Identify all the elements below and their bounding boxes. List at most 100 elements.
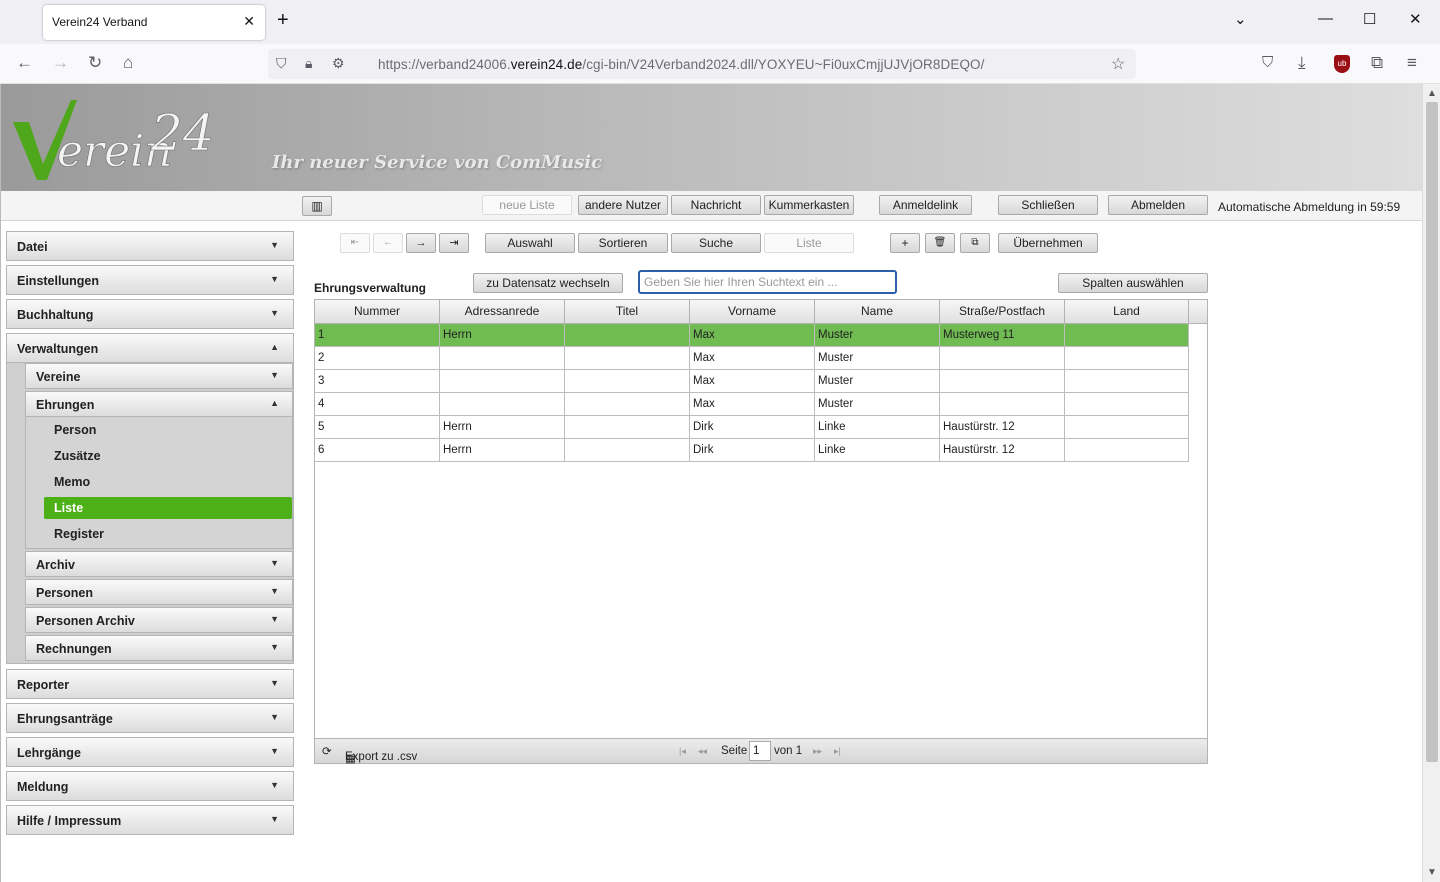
scroll-down-icon[interactable]: ▼ (1427, 867, 1437, 878)
kummerkasten-button[interactable]: Kummerkasten (764, 195, 854, 215)
maximize-icon[interactable]: ☐ (1363, 10, 1376, 28)
sidebar-item-ehrungsantraege[interactable]: Ehrungsanträge ▼ (6, 703, 294, 733)
sidebar-toggle-button[interactable]: ▥ (302, 196, 332, 216)
abmelden-button[interactable]: Abmelden (1108, 195, 1208, 215)
reload-icon[interactable]: ↻ (88, 53, 102, 73)
search-input[interactable]: Geben Sie hier Ihren Suchtext ein ... (638, 270, 897, 294)
auswahl-button[interactable]: Auswahl (485, 233, 575, 253)
minimize-icon[interactable]: — (1318, 10, 1333, 27)
sidebar-item-personen[interactable]: Personen ▼ (25, 579, 293, 605)
url-bar[interactable]: ⛉ 🔒︎ ⚙ https://verband24006.verein24.de/… (268, 49, 1136, 79)
schliessen-button[interactable]: Schließen (998, 195, 1098, 215)
scroll-thumb[interactable] (1426, 102, 1438, 762)
andere-nutzer-button[interactable]: andere Nutzer (578, 195, 668, 215)
suche-button[interactable]: Suche (671, 233, 761, 253)
sidebar-item-person[interactable]: Person (44, 419, 292, 441)
home-icon[interactable]: ⌂ (123, 53, 133, 73)
nachricht-button[interactable]: Nachricht (671, 195, 761, 215)
table-cell: Max (690, 324, 815, 347)
table-cell: 5 (315, 416, 440, 439)
tab-list-icon[interactable]: ⌄ (1234, 10, 1247, 28)
table-row[interactable]: 2 Max Muster (315, 347, 1189, 370)
sidebar-item-memo[interactable]: Memo (44, 471, 292, 493)
grid-header: Nummer Adressanrede Titel Vorname Name Straße… (315, 300, 1207, 324)
lock-icon[interactable]: 🔒︎ (305, 55, 312, 72)
table-cell (565, 324, 690, 347)
extensions-icon[interactable]: ⧉ (1371, 53, 1383, 73)
anmeldelink-button[interactable]: Anmeldelink (879, 195, 972, 215)
sidebar-item-datei[interactable]: Datei ▼ (6, 231, 294, 261)
copy-button[interactable]: ⧉ (960, 233, 990, 253)
column-header[interactable]: Land (1065, 300, 1189, 323)
first-record-button[interactable]: ⇤ (340, 233, 370, 253)
browser-tab[interactable]: Verein24 Verband ✕ (43, 5, 265, 40)
last-record-button[interactable]: ⇥ (439, 233, 469, 253)
next-record-button[interactable]: → (406, 233, 436, 253)
last-page-icon[interactable]: ▸| (834, 746, 841, 757)
sidebar-item-meldung[interactable]: Meldung ▼ (6, 771, 294, 801)
add-button[interactable]: + (890, 233, 920, 253)
table-row[interactable]: 4 Max Muster (315, 393, 1189, 416)
refresh-icon[interactable]: ⟳ (322, 744, 332, 758)
table-cell: Muster (815, 324, 940, 347)
prev-page-icon[interactable]: ◂◂ (698, 746, 707, 757)
sidebar-item-reporter[interactable]: Reporter ▼ (6, 669, 294, 699)
sidebar-item-lehrgaenge[interactable]: Lehrgänge ▼ (6, 737, 294, 767)
sidebar-item-hilfe[interactable]: Hilfe / Impressum ▼ (6, 805, 294, 835)
scroll-up-icon[interactable]: ▲ (1427, 88, 1437, 99)
pocket-icon[interactable]: ⛉ (1262, 53, 1273, 73)
first-page-icon[interactable]: |◂ (679, 746, 686, 757)
page-scrollbar[interactable]: ▲ ▼ (1422, 84, 1440, 882)
sidebar-item-einstellungen[interactable]: Einstellungen ▼ (6, 265, 294, 295)
table-cell: Musterweg 11 (940, 324, 1065, 347)
neue-liste-button[interactable]: neue Liste (482, 195, 572, 215)
table-cell: Max (690, 393, 815, 416)
table-cell: 1 (315, 324, 440, 347)
close-window-icon[interactable]: ✕ (1409, 10, 1422, 28)
copy-icon: ⧉ (971, 237, 979, 248)
bookmark-star-icon[interactable]: ☆ (1111, 54, 1125, 74)
menu-icon[interactable]: ≡ (1407, 53, 1417, 73)
column-header[interactable]: Nummer (315, 300, 440, 323)
column-header[interactable]: Straße/Postfach (940, 300, 1065, 323)
download-icon[interactable]: ⤓ (1298, 53, 1306, 73)
zu-datensatz-wechseln-button[interactable]: zu Datensatz wechseln (473, 273, 623, 293)
table-row[interactable]: 6 Herrn Dirk Linke Haustürstr. 12 (315, 439, 1189, 462)
sidebar-item-vereine[interactable]: Vereine ▼ (25, 363, 293, 389)
next-page-icon[interactable]: ▸▸ (813, 746, 822, 757)
sidebar-item-rechnungen[interactable]: Rechnungen ▼ (25, 635, 293, 661)
liste-button[interactable]: Liste (764, 233, 854, 253)
svg-text:24: 24 (150, 104, 215, 162)
column-header[interactable]: Name (815, 300, 940, 323)
sidebar-item-liste[interactable]: Liste (44, 497, 292, 519)
back-icon[interactable]: ← (16, 53, 33, 73)
page-number-input[interactable]: 1 (749, 741, 771, 761)
shield-icon[interactable]: ⛉ (276, 55, 287, 72)
sidebar-item-personen-archiv[interactable]: Personen Archiv ▼ (25, 607, 293, 633)
sidebar-item-zusaetze[interactable]: Zusätze (44, 445, 292, 467)
delete-button[interactable]: 🗑︎ (925, 233, 955, 253)
sidebar-item-buchhaltung[interactable]: Buchhaltung ▼ (6, 299, 294, 329)
table-row[interactable]: 1 Herrn Max Muster Musterweg 11 (315, 324, 1189, 347)
prev-record-button[interactable]: ← (373, 233, 403, 253)
column-header[interactable]: Adressanrede (440, 300, 565, 323)
url-text[interactable]: https://verband24006.verein24.de/cgi-bin… (378, 57, 985, 72)
sortieren-button[interactable]: Sortieren (578, 233, 668, 253)
sidebar-item-register[interactable]: Register (44, 523, 292, 545)
caret-down-icon: ▼ (270, 370, 279, 380)
permissions-icon[interactable]: ⚙ (332, 55, 345, 72)
uebernehmen-button[interactable]: Übernehmen (998, 233, 1098, 253)
table-row[interactable]: 3 Max Muster (315, 370, 1189, 393)
spalten-auswaehlen-button[interactable]: Spalten auswählen (1058, 273, 1208, 293)
sidebar-item-verwaltungen[interactable]: Verwaltungen ▲ (6, 333, 294, 363)
new-tab-icon[interactable]: + (277, 10, 289, 30)
tab-close-icon[interactable]: ✕ (243, 13, 255, 30)
column-header[interactable]: Titel (565, 300, 690, 323)
forward-icon[interactable]: → (52, 53, 69, 73)
table-row[interactable]: 5 Herrn Dirk Linke Haustürstr. 12 (315, 416, 1189, 439)
ublock-icon[interactable]: ub (1334, 55, 1350, 73)
caret-up-icon: ▲ (270, 342, 279, 352)
sidebar-item-ehrungen[interactable]: Ehrungen ▲ (25, 391, 293, 417)
column-header[interactable]: Vorname (690, 300, 815, 323)
sidebar-item-archiv[interactable]: Archiv ▼ (25, 551, 293, 577)
